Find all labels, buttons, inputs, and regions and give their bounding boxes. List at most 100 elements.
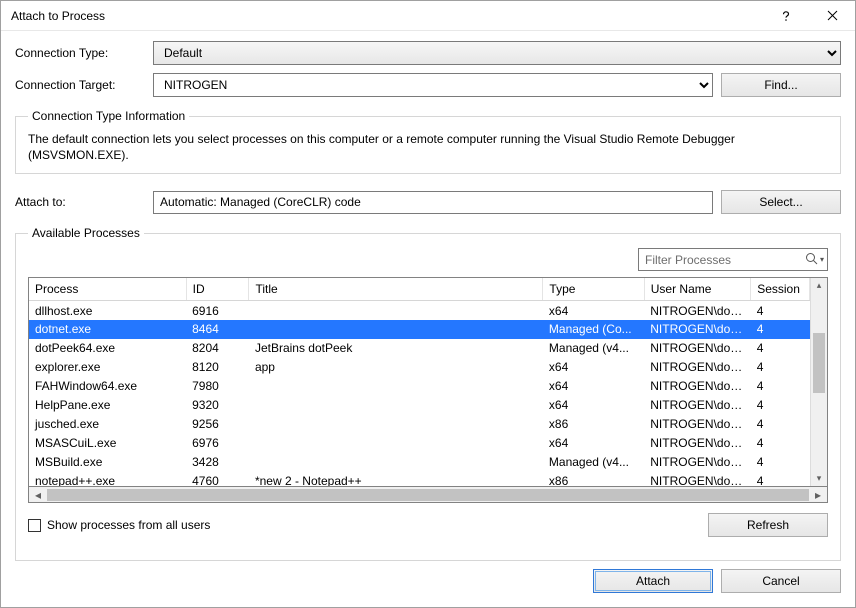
cell-type: Managed (v4... (543, 339, 644, 358)
cell-user: NITROGEN\dominiq... (644, 301, 750, 320)
cell-id: 9256 (186, 415, 249, 434)
horizontal-scrollbar[interactable]: ◂ ▸ (28, 486, 828, 503)
col-title[interactable]: Title (249, 278, 543, 301)
attach-to-label: Attach to: (15, 195, 145, 209)
cell-user: NITROGEN\dominiq... (644, 415, 750, 434)
attach-to-value: Automatic: Managed (CoreCLR) code (153, 191, 713, 214)
cell-type: Managed (v4... (543, 453, 644, 472)
scroll-thumb[interactable] (813, 333, 825, 393)
scroll-left-arrow[interactable]: ◂ (31, 488, 45, 502)
cell-user: NITROGEN\dominiq... (644, 434, 750, 453)
cell-type: x64 (543, 396, 644, 415)
table-row[interactable]: dllhost.exe6916 x64NITROGEN\dominiq...4 (29, 301, 810, 320)
cell-id: 9320 (186, 396, 249, 415)
available-processes-legend: Available Processes (28, 226, 144, 240)
cell-type: x86 (543, 415, 644, 434)
cell-session: 4 (751, 453, 810, 472)
col-id[interactable]: ID (186, 278, 249, 301)
process-table[interactable]: Process ID Title Type User Name Session … (28, 277, 828, 487)
cell-title (249, 415, 543, 434)
table-row[interactable]: dotPeek64.exe8204JetBrains dotPeekManage… (29, 339, 810, 358)
cell-title (249, 301, 543, 320)
cell-session: 4 (751, 377, 810, 396)
cell-id: 4760 (186, 472, 249, 487)
cell-type: Managed (Co... (543, 320, 644, 339)
cell-session: 4 (751, 472, 810, 487)
cell-session: 4 (751, 396, 810, 415)
cell-user: NITROGEN\dominiq... (644, 339, 750, 358)
connection-type-select[interactable]: Default (153, 41, 841, 65)
titlebar: Attach to Process (1, 1, 855, 31)
cell-process: HelpPane.exe (29, 396, 186, 415)
col-session[interactable]: Session (751, 278, 810, 301)
cell-user: NITROGEN\dominiq... (644, 396, 750, 415)
cell-title (249, 434, 543, 453)
connection-info-text: The default connection lets you select p… (28, 131, 828, 163)
cell-user: NITROGEN\dominiq... (644, 453, 750, 472)
table-row[interactable]: HelpPane.exe9320 x64NITROGEN\dominiq...4 (29, 396, 810, 415)
cell-user: NITROGEN\dominiq... (644, 358, 750, 377)
scroll-up-arrow[interactable]: ▴ (811, 278, 827, 293)
table-row[interactable]: explorer.exe8120appx64NITROGEN\dominiq..… (29, 358, 810, 377)
table-header-row[interactable]: Process ID Title Type User Name Session (29, 278, 810, 301)
help-button[interactable] (763, 1, 809, 31)
cell-process: jusched.exe (29, 415, 186, 434)
show-all-users-checkbox[interactable]: Show processes from all users (28, 518, 210, 532)
cell-process: dotnet.exe (29, 320, 186, 339)
col-type[interactable]: Type (543, 278, 644, 301)
table-row[interactable]: FAHWindow64.exe7980 x64NITROGEN\dominiq..… (29, 377, 810, 396)
cell-type: x86 (543, 472, 644, 487)
cell-session: 4 (751, 434, 810, 453)
connection-type-information-group: Connection Type Information The default … (15, 109, 841, 174)
cell-id: 7980 (186, 377, 249, 396)
cell-process: notepad++.exe (29, 472, 186, 487)
table-row[interactable]: MSASCuiL.exe6976x64NITROGEN\dominiq...4 (29, 434, 810, 453)
scroll-right-arrow[interactable]: ▸ (811, 488, 825, 502)
cell-user: NITROGEN\dominiq... (644, 377, 750, 396)
cell-process: MSBuild.exe (29, 453, 186, 472)
hscroll-thumb[interactable] (47, 489, 809, 501)
select-button[interactable]: Select... (721, 190, 841, 214)
cell-process: dllhost.exe (29, 301, 186, 320)
cell-session: 4 (751, 358, 810, 377)
table-row[interactable]: jusched.exe9256x86NITROGEN\dominiq...4 (29, 415, 810, 434)
cell-process: FAHWindow64.exe (29, 377, 186, 396)
scroll-down-arrow[interactable]: ▾ (811, 471, 827, 486)
cell-title: JetBrains dotPeek (249, 339, 543, 358)
cell-id: 6916 (186, 301, 249, 320)
cell-title (249, 453, 543, 472)
cell-id: 8464 (186, 320, 249, 339)
cell-title (249, 377, 543, 396)
find-button[interactable]: Find... (721, 73, 841, 97)
cell-id: 6976 (186, 434, 249, 453)
table-row[interactable]: notepad++.exe4760*new 2 - Notepad++x86NI… (29, 472, 810, 487)
filter-processes-input[interactable] (638, 248, 828, 271)
connection-target-label: Connection Target: (15, 78, 145, 92)
col-process[interactable]: Process (29, 278, 186, 301)
refresh-button[interactable]: Refresh (708, 513, 828, 537)
search-icon[interactable] (805, 252, 818, 268)
vertical-scrollbar[interactable]: ▴ ▾ (810, 278, 827, 486)
dropdown-icon[interactable]: ▾ (820, 255, 824, 264)
table-row[interactable]: MSBuild.exe3428 Managed (v4...NITROGEN\do… (29, 453, 810, 472)
cell-title (249, 396, 543, 415)
cancel-button[interactable]: Cancel (721, 569, 841, 593)
cell-process: dotPeek64.exe (29, 339, 186, 358)
table-row[interactable]: dotnet.exe8464 Managed (Co...NITROGEN\dom… (29, 320, 810, 339)
attach-button[interactable]: Attach (593, 569, 713, 593)
connection-info-legend: Connection Type Information (28, 109, 189, 123)
cell-user: NITROGEN\dominiq... (644, 320, 750, 339)
cell-id: 3428 (186, 453, 249, 472)
cell-type: x64 (543, 301, 644, 320)
show-all-users-label: Show processes from all users (47, 518, 210, 532)
connection-target-select[interactable]: NITROGEN (153, 73, 713, 97)
col-user[interactable]: User Name (644, 278, 750, 301)
cell-title (249, 320, 543, 339)
cell-process: explorer.exe (29, 358, 186, 377)
cell-session: 4 (751, 301, 810, 320)
cell-process: MSASCuiL.exe (29, 434, 186, 453)
cell-type: x64 (543, 377, 644, 396)
checkbox-icon[interactable] (28, 519, 41, 532)
cell-user: NITROGEN\dominiq... (644, 472, 750, 487)
close-button[interactable] (809, 1, 855, 31)
